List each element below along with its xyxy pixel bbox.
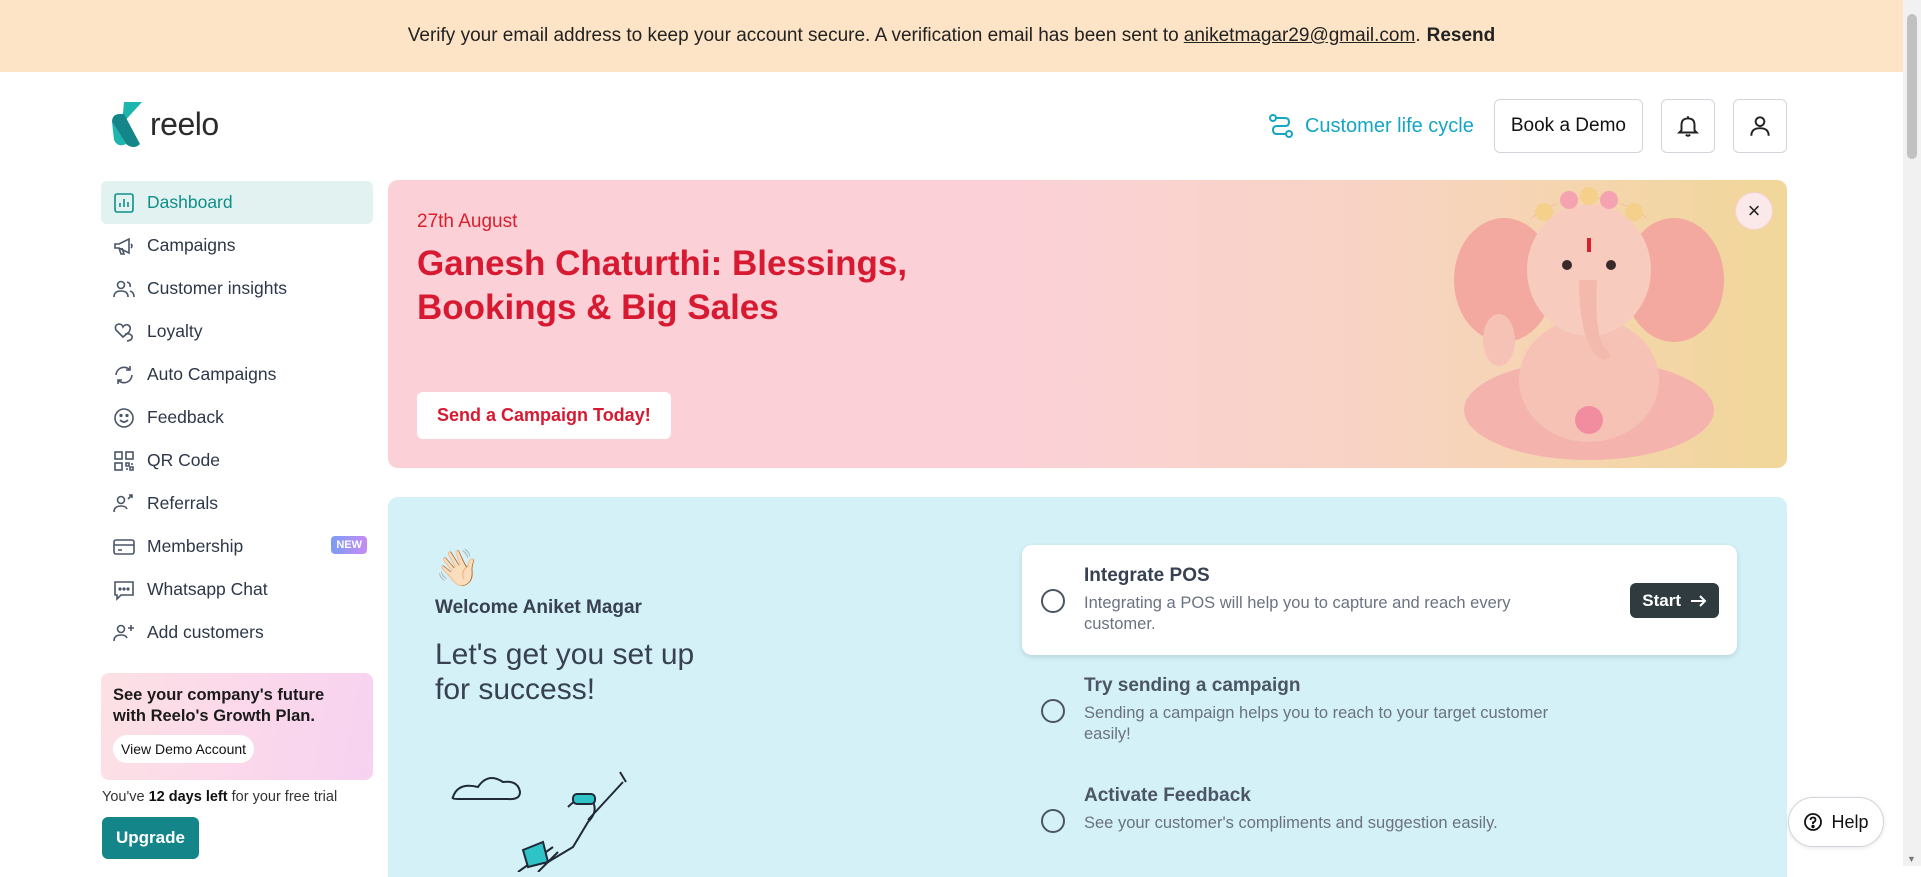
sidebar-nav: Dashboard Campaigns Customer insights Lo…: [101, 181, 373, 654]
verify-message: Verify your email address to keep your a…: [407, 25, 1179, 46]
user-plus-icon: [113, 624, 134, 641]
customer-life-cycle-link[interactable]: Customer life cycle: [1267, 112, 1474, 140]
close-banner-button[interactable]: ×: [1735, 192, 1773, 230]
help-button[interactable]: Help: [1788, 797, 1884, 847]
task-title: Activate Feedback: [1084, 785, 1251, 806]
task-title: Try sending a campaign: [1084, 675, 1301, 696]
sidebar-item-label: Whatsapp Chat: [147, 579, 268, 599]
sidebar-item-whatsapp-chat[interactable]: Whatsapp Chat: [101, 568, 373, 611]
welcome-text: Welcome Aniket Magar: [435, 597, 642, 618]
qr-icon: [114, 450, 134, 471]
sidebar-item-label: Campaigns: [147, 235, 236, 255]
user-icon: [1750, 116, 1770, 136]
task-desc: Integrating a POS will help you to captu…: [1084, 594, 1511, 633]
resend-link[interactable]: Resend: [1427, 25, 1496, 47]
task-desc: See your customer's compliments and sugg…: [1084, 814, 1498, 832]
card-icon: [113, 538, 135, 555]
sidebar-item-label: Auto Campaigns: [147, 364, 277, 384]
scrollbar-thumb[interactable]: [1907, 14, 1917, 159]
sidebar-item-label: Membership: [147, 536, 244, 556]
megaphone-icon: [114, 237, 133, 255]
promo-text: See your company's future with Reelo's G…: [113, 686, 325, 725]
ganesha-illustration: [1454, 187, 1724, 460]
sidebar-item-referrals[interactable]: Referrals: [101, 482, 373, 525]
verify-period: .: [1415, 25, 1421, 46]
chat-icon: [114, 580, 134, 601]
sidebar-item-membership[interactable]: Membership NEW: [101, 525, 373, 568]
refresh-icon: [115, 365, 133, 384]
sidebar-item-auto-campaigns[interactable]: Auto Campaigns: [101, 353, 373, 396]
festival-date: 27th August: [417, 211, 518, 232]
page-scrollbar[interactable]: ▼: [1903, 0, 1921, 866]
user-arrow-icon: [113, 493, 133, 512]
sidebar-item-label: Loyalty: [147, 321, 203, 341]
trial-days: 12 days left: [148, 789, 228, 805]
profile-button[interactable]: [1733, 99, 1787, 153]
task-integrate-pos[interactable]: Integrate POS Integrating a POS will hel…: [1022, 545, 1737, 655]
setup-panel: 👋🏻 Welcome Aniket Magar Let's get you se…: [388, 497, 1787, 877]
setup-tasks: Integrate POS Integrating a POS will hel…: [1022, 545, 1737, 875]
new-badge: NEW: [331, 536, 367, 554]
hearts-icon: [114, 322, 133, 342]
arrow-right-icon: [1691, 594, 1707, 607]
verify-email-link[interactable]: aniketmagar29@gmail.com: [1184, 25, 1416, 47]
logo-text: reelo: [150, 105, 219, 142]
sidebar-item-label: Add customers: [147, 622, 264, 642]
sidebar-item-label: Feedback: [147, 407, 224, 427]
sidebar-item-customer-insights[interactable]: Customer insights: [101, 267, 373, 310]
festival-banner: 27th August Ganesh Chaturthi: Blessings,…: [388, 180, 1787, 468]
scroll-down-arrow[interactable]: ▼: [1907, 854, 1916, 864]
sidebar-item-dashboard[interactable]: Dashboard: [101, 181, 373, 224]
start-button[interactable]: Start: [1630, 583, 1719, 618]
task-try-sending-campaign[interactable]: Try sending a campaign Sending a campaig…: [1022, 655, 1737, 765]
start-label: Start: [1642, 590, 1681, 610]
sidebar-item-label: Dashboard: [147, 192, 233, 212]
trial-prefix: You've: [102, 789, 145, 805]
wave-emoji: 👋🏻: [435, 547, 480, 588]
help-icon: [1804, 813, 1823, 831]
chart-icon: [114, 192, 134, 213]
help-label: Help: [1831, 811, 1869, 832]
trial-suffix: for your free trial: [231, 789, 338, 805]
sidebar-item-add-customers[interactable]: Add customers: [101, 611, 373, 654]
task-radio[interactable]: [1041, 699, 1065, 723]
customer-life-cycle-label: Customer life cycle: [1304, 114, 1474, 137]
sidebar-item-label: Customer insights: [147, 278, 288, 298]
task-radio[interactable]: [1041, 589, 1065, 613]
header-actions: Customer life cycle Book a Demo: [1267, 99, 1787, 153]
send-campaign-button[interactable]: Send a Campaign Today!: [417, 392, 671, 439]
sidebar-item-campaigns[interactable]: Campaigns: [101, 224, 373, 267]
view-demo-account-button[interactable]: View Demo Account: [113, 735, 255, 763]
task-radio[interactable]: [1041, 809, 1065, 833]
users-icon: [113, 280, 135, 297]
sidebar-item-label: Referrals: [147, 493, 218, 513]
sidebar-item-loyalty[interactable]: Loyalty: [101, 310, 373, 353]
notifications-button[interactable]: [1661, 99, 1715, 153]
task-desc: Sending a campaign helps you to reach to…: [1084, 704, 1549, 743]
trial-status: You've 12 days left for your free trial: [102, 789, 337, 805]
sidebar-item-qr-code[interactable]: QR Code: [101, 439, 373, 482]
task-title: Integrate POS: [1084, 565, 1210, 586]
growth-plan-promo: See your company's future with Reelo's G…: [101, 673, 373, 780]
setup-heading: Let's get you set up for success!: [435, 638, 695, 706]
verify-email-banner: Verify your email address to keep your a…: [0, 0, 1903, 72]
sidebar-item-label: QR Code: [147, 450, 220, 470]
smile-icon: [114, 407, 134, 428]
book-demo-button[interactable]: Book a Demo: [1493, 99, 1643, 153]
reelo-logo[interactable]: reelo: [110, 100, 219, 148]
bell-icon: [1676, 116, 1700, 137]
sidebar-item-feedback[interactable]: Feedback: [101, 396, 373, 439]
upgrade-button[interactable]: Upgrade: [102, 817, 199, 859]
task-activate-feedback[interactable]: Activate Feedback See your customer's co…: [1022, 765, 1737, 875]
route-icon: [1268, 114, 1293, 138]
reelo-logo-icon: [112, 102, 142, 147]
rocket-person-illustration: [451, 771, 627, 872]
festival-title: Ganesh Chaturthi: Blessings, Bookings & …: [417, 244, 908, 327]
